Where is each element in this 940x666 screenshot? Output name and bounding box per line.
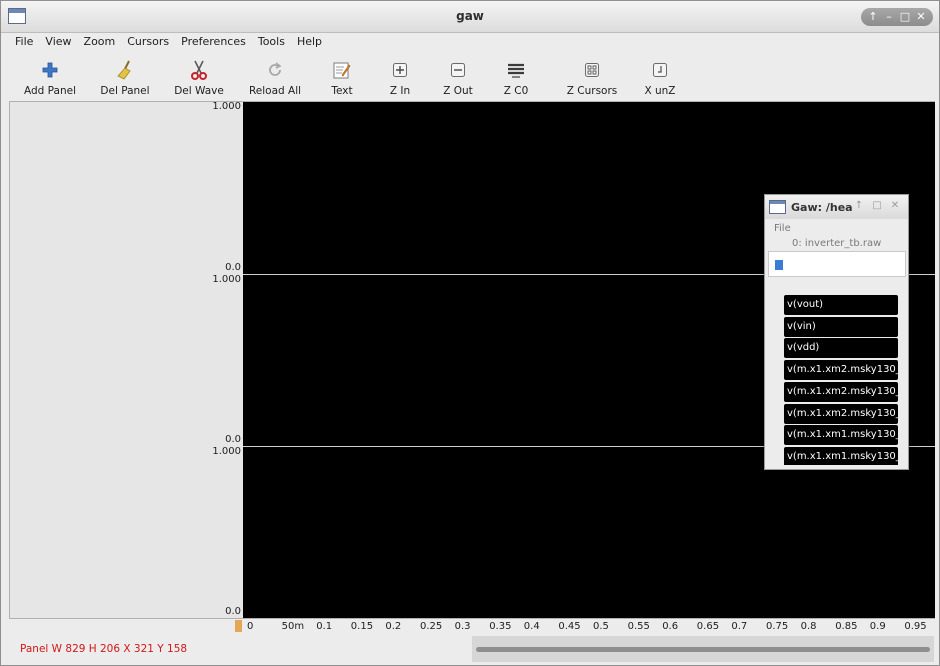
dialog-controls: ↑ □ ✕ (850, 200, 904, 211)
text-button[interactable]: Text (317, 53, 367, 99)
window-close-button[interactable]: ✕ (913, 8, 929, 26)
panel-1-ymax: 1.000 (212, 101, 241, 112)
x-tick-label: 0.5 (593, 621, 609, 632)
horizontal-scrollbar[interactable] (472, 636, 934, 662)
zoom-cursor-icon (507, 59, 525, 81)
panel-2-ymin: 0.0 (225, 434, 241, 445)
status-text: Panel W 829 H 206 X 321 Y 158 (20, 643, 188, 655)
zoom-cursors-icon (584, 59, 600, 81)
x-tick-label: 0.9 (869, 621, 886, 632)
x-unzoom-button[interactable]: X unZ (635, 53, 685, 99)
wave-list[interactable]: v(vout)v(vin)v(vdd)v(m.x1.xm2.msky130_fd… (784, 295, 898, 465)
dialog-shade-button[interactable]: ↑ (850, 200, 868, 211)
panel-2-ymax: 1.000 (212, 274, 241, 285)
panel-1-ymin: 0.0 (225, 262, 241, 273)
add-panel-icon (42, 59, 58, 81)
scissors-icon (190, 59, 208, 81)
dialog-title: Gaw: /hea (791, 201, 853, 214)
x-tick-label: 0.65 (696, 621, 720, 632)
zoom-c0-button[interactable]: Z C0 (483, 53, 549, 99)
wave-filter-input[interactable] (768, 251, 906, 277)
dialog-file-name: 0: inverter_tb.raw (792, 238, 882, 249)
dialog-window-icon (769, 200, 786, 214)
wave-item[interactable]: v(vdd) (784, 338, 898, 359)
x-tick-label: 0.7 (731, 621, 748, 632)
window-minimize-button[interactable]: – (881, 8, 897, 26)
x-tick-label: 0.1 (316, 621, 333, 632)
broom-icon (116, 59, 134, 81)
dialog-close-button[interactable]: ✕ (886, 200, 904, 211)
zoom-in-icon (392, 59, 408, 81)
window-controls: ↑ – □ ✕ (861, 8, 933, 26)
x-tick-label: 50m (281, 621, 305, 632)
x-tick-label: 0.45 (558, 621, 581, 632)
zoom-cursors-button[interactable]: Z Cursors (549, 53, 635, 99)
del-panel-button[interactable]: Del Panel (85, 53, 165, 99)
x-tick-label: 0.25 (420, 621, 443, 632)
zoom-out-icon (450, 59, 466, 81)
x-tick-label: 0.35 (489, 621, 512, 632)
x-tick-label: 0.4 (523, 621, 540, 632)
status-bar: Panel W 829 H 206 X 321 Y 158 (1, 635, 939, 665)
wave-item[interactable]: v(m.x1.xm1.msky130_fd (784, 446, 898, 465)
wave-list-dialog: Gaw: /hea ↑ □ ✕ File 0: inverter_tb.raw … (764, 194, 909, 470)
text-cursor (775, 260, 783, 270)
wave-item[interactable]: v(m.x1.xm2.msky130_fd (784, 403, 898, 424)
dialog-maximize-button[interactable]: □ (868, 200, 886, 211)
menu-zoom[interactable]: Zoom (78, 32, 122, 52)
wave-item[interactable]: v(m.x1.xm1.msky130_fd (784, 425, 898, 446)
wave-item[interactable]: v(m.x1.xm2.msky130_fd (784, 381, 898, 402)
panel-3-ymax: 1.000 (212, 446, 241, 457)
zoom-in-button[interactable]: Z In (367, 53, 433, 99)
x-tick-label: 0.75 (766, 621, 789, 632)
reload-all-button[interactable]: Reload All (233, 53, 317, 99)
wave-label-panel[interactable] (10, 102, 243, 618)
x-tick-label: 0.15 (350, 621, 374, 632)
x-tick-label: 0.55 (627, 621, 650, 632)
menu-bar: File View Zoom Cursors Preferences Tools… (1, 32, 939, 52)
wave-item[interactable]: v(vin) (784, 316, 898, 337)
x-tick-label: 0.8 (800, 621, 817, 632)
x-tick-label: 0.95 (904, 621, 927, 632)
menu-help[interactable]: Help (291, 32, 328, 52)
window-maximize-button[interactable]: □ (897, 8, 913, 26)
menu-cursors[interactable]: Cursors (121, 32, 175, 52)
text-edit-icon (333, 59, 351, 81)
zoom-out-button[interactable]: Z Out (433, 53, 483, 99)
menu-preferences[interactable]: Preferences (175, 32, 252, 52)
x-axis: 0 50m 0.1 0.15 0.2 0.25 0.3 0.35 0.4 0.45 0.5 0.55 0… (9, 619, 940, 635)
x-tick-label: 0 (247, 621, 254, 632)
add-panel-button[interactable]: Add Panel (15, 53, 85, 99)
window-shade-button[interactable]: ↑ (865, 8, 881, 26)
x-unzoom-icon (652, 59, 668, 81)
del-wave-button[interactable]: Del Wave (165, 53, 233, 99)
x-tick-label: 0.2 (385, 621, 402, 632)
wave-item[interactable]: v(vout) (784, 295, 898, 315)
menu-view[interactable]: View (39, 32, 77, 52)
panel-3-ymin: 0.0 (225, 606, 241, 617)
wave-item[interactable]: v(m.x1.xm2.msky130_fd (784, 360, 898, 381)
x-tick-label: 0.3 (454, 621, 471, 632)
dialog-title-bar[interactable]: Gaw: /hea ↑ □ ✕ (765, 195, 908, 219)
x-tick-label: 0.85 (835, 621, 858, 632)
menu-tools[interactable]: Tools (252, 32, 291, 52)
dialog-menu-file[interactable]: File (774, 223, 791, 234)
window-title: gaw (456, 9, 484, 23)
toolbar: Add Panel Del Panel Del Wave Reload All … (1, 53, 939, 99)
scrollbar-thumb[interactable] (476, 647, 930, 652)
x-tick-label: 0.6 (662, 621, 679, 632)
x-cursor-marker[interactable] (235, 620, 242, 632)
title-bar[interactable]: gaw ↑ – □ ✕ (1, 1, 939, 33)
menu-file[interactable]: File (9, 32, 39, 52)
reload-icon (266, 59, 284, 81)
